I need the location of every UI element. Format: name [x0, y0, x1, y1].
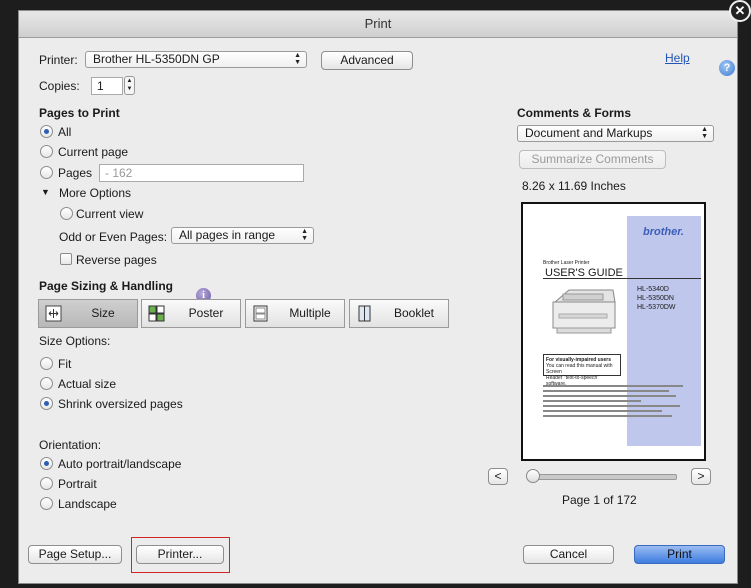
- printer-illustration: [552, 289, 616, 334]
- window-title: Print: [19, 11, 737, 38]
- page-size-text: 8.26 x 11.69 Inches: [522, 179, 626, 193]
- radio-all-label: All: [58, 125, 72, 139]
- summarize-comments-button[interactable]: Summarize Comments: [519, 150, 666, 169]
- page-slider-thumb[interactable]: [526, 469, 540, 483]
- mode-multiple-label: Multiple: [289, 306, 331, 320]
- radio-landscape-label: Landscape: [58, 497, 117, 511]
- printer-label: Printer:: [39, 53, 78, 67]
- printer-select[interactable]: Brother HL-5350DN GP ▲ ▼: [85, 51, 307, 68]
- comments-forms-select[interactable]: Document and Markups ▲ ▼: [517, 125, 714, 142]
- poster-mode-icon: [148, 305, 165, 322]
- mode-size-label: Size: [91, 306, 115, 320]
- radio-current-view[interactable]: [60, 207, 73, 220]
- copies-label: Copies:: [39, 79, 80, 93]
- model-name: HL-5350DN: [637, 295, 674, 302]
- reverse-pages-checkbox[interactable]: [60, 253, 72, 265]
- model-name: HL-5370DW: [637, 304, 676, 311]
- prev-page-button[interactable]: <: [488, 468, 508, 485]
- notice-line: You can read this manual with Screen: [546, 363, 613, 375]
- pages-to-print-heading: Pages to Print: [39, 106, 120, 120]
- radio-actual-size-label: Actual size: [58, 377, 117, 391]
- select-arrows-icon: ▲ ▼: [294, 52, 301, 66]
- more-options-label[interactable]: More Options: [59, 186, 131, 200]
- radio-auto-orientation[interactable]: [40, 457, 53, 470]
- copies-stepper[interactable]: ▲ ▼: [124, 76, 135, 95]
- doc-models: HL-5340D HL-5350DN HL-5370DW: [637, 285, 676, 312]
- radio-shrink-oversized[interactable]: [40, 397, 53, 410]
- radio-pages[interactable]: [40, 166, 53, 179]
- radio-pages-label: Pages: [58, 166, 93, 180]
- close-icon[interactable]: ✕: [729, 0, 751, 22]
- printer-select-value: Brother HL-5350DN GP: [93, 52, 220, 66]
- help-icon[interactable]: ?: [719, 60, 735, 76]
- page-setup-button[interactable]: Page Setup...: [28, 545, 122, 564]
- odd-even-select[interactable]: All pages in range ▲ ▼: [171, 227, 314, 244]
- print-preview: brother. Brother Laser Printer USER'S GU…: [521, 202, 706, 461]
- page-status: Page 1 of 172: [562, 493, 637, 507]
- model-name: HL-5340D: [637, 286, 669, 293]
- highlight-box: [131, 537, 230, 573]
- radio-actual-size[interactable]: [40, 377, 53, 390]
- cancel-button[interactable]: Cancel: [523, 545, 614, 564]
- mode-poster-button[interactable]: Poster: [141, 299, 241, 328]
- radio-all[interactable]: [40, 125, 53, 138]
- radio-current-page[interactable]: [40, 145, 53, 158]
- print-dialog: Print Printer: Brother HL-5350DN GP ▲ ▼ A…: [18, 10, 738, 584]
- radio-auto-orientation-label: Auto portrait/landscape: [58, 457, 182, 471]
- radio-current-view-label: Current view: [76, 207, 144, 221]
- page-sizing-heading: Page Sizing & Handling: [39, 279, 174, 293]
- multiple-mode-icon: [253, 305, 268, 322]
- advanced-button[interactable]: Advanced: [321, 51, 413, 70]
- next-page-button[interactable]: >: [691, 468, 711, 485]
- orientation-label: Orientation:: [39, 438, 102, 452]
- odd-even-select-value: All pages in range: [179, 228, 276, 242]
- mode-booklet-button[interactable]: Booklet: [349, 299, 449, 328]
- odd-even-label: Odd or Even Pages:: [59, 230, 168, 244]
- mode-booklet-label: Booklet: [393, 306, 435, 320]
- radio-fit-label: Fit: [58, 357, 72, 371]
- radio-portrait[interactable]: [40, 477, 53, 490]
- doc-kicker: Brother Laser Printer: [543, 260, 590, 266]
- fine-print-block: [543, 382, 683, 420]
- pages-range-input[interactable]: - 162: [99, 164, 304, 182]
- select-arrows-icon: ▲ ▼: [301, 228, 308, 242]
- reverse-pages-label: Reverse pages: [76, 253, 157, 267]
- help-link[interactable]: Help: [665, 51, 690, 65]
- radio-fit[interactable]: [40, 357, 53, 370]
- comments-forms-heading: Comments & Forms: [517, 106, 632, 120]
- print-button[interactable]: Print: [634, 545, 725, 564]
- copies-input[interactable]: 1: [91, 77, 123, 95]
- comments-forms-select-value: Document and Markups: [525, 126, 653, 140]
- size-options-label: Size Options:: [39, 334, 111, 348]
- radio-current-page-label: Current page: [58, 145, 129, 159]
- doc-rule: [543, 278, 701, 279]
- disclosure-triangle-icon[interactable]: ▼: [41, 187, 50, 197]
- radio-landscape[interactable]: [40, 497, 53, 510]
- brand-logo: brother.: [643, 226, 684, 238]
- mode-size-button[interactable]: Size: [38, 299, 138, 328]
- booklet-mode-icon: [358, 305, 371, 322]
- radio-shrink-oversized-label: Shrink oversized pages: [58, 397, 183, 411]
- mode-multiple-button[interactable]: Multiple: [245, 299, 345, 328]
- page-slider-track[interactable]: [531, 474, 677, 480]
- notice-box: For visually-impaired users You can read…: [543, 354, 621, 387]
- radio-portrait-label: Portrait: [58, 477, 97, 491]
- mode-poster-label: Poster: [188, 306, 224, 320]
- select-arrows-icon: ▲ ▼: [701, 126, 708, 140]
- size-mode-icon: [45, 305, 62, 322]
